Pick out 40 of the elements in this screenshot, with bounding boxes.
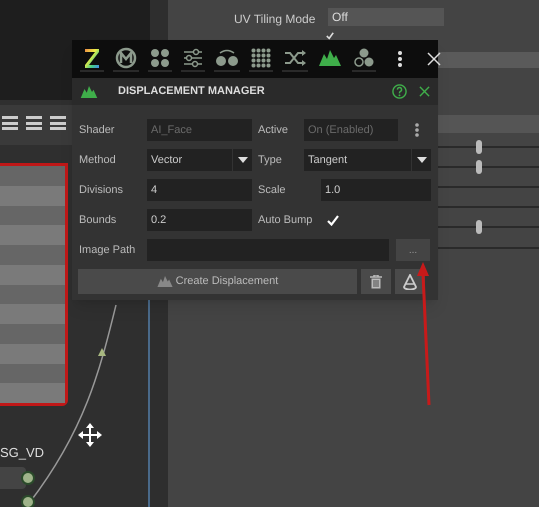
slider-handle[interactable] <box>476 220 482 234</box>
field-label: Bounds <box>79 212 118 228</box>
field-label: Auto Bump <box>258 212 314 228</box>
circles-icon[interactable] <box>352 46 376 72</box>
checkbox[interactable] <box>326 32 334 40</box>
field-label: Image Path <box>79 242 136 258</box>
field-label: Shader <box>79 122 116 138</box>
help-icon[interactable] <box>392 84 407 99</box>
z-logo-icon[interactable] <box>80 46 104 72</box>
list-icon[interactable] <box>50 116 66 130</box>
dots-icon[interactable] <box>148 46 172 72</box>
input-field[interactable]: 4 <box>147 179 252 201</box>
dropdown-field[interactable]: Vector <box>147 149 252 171</box>
create-displacement-button[interactable]: Create Displacement <box>78 269 357 294</box>
field-label: UV Tiling Mode <box>234 11 316 28</box>
field-label: Scale <box>258 182 287 198</box>
move-cursor-icon <box>78 423 102 447</box>
slider-handle[interactable] <box>476 160 482 174</box>
field-label: Divisions <box>79 182 124 198</box>
field-label: Method <box>79 152 117 168</box>
dropdown-arrow-icon <box>238 157 248 163</box>
field-label: Type <box>258 152 283 168</box>
sliders-icon[interactable] <box>181 46 205 72</box>
dropdown-arrow-icon <box>416 157 426 163</box>
mountain-icon <box>80 86 98 98</box>
dropdown-field[interactable]: Tangent <box>304 149 431 171</box>
panel-title: DISPLACEMENT MANAGER <box>118 84 266 100</box>
attribute-field[interactable] <box>438 52 539 68</box>
list-icon[interactable] <box>26 116 42 130</box>
node-box[interactable] <box>0 163 68 406</box>
dropdown-field[interactable]: Off <box>328 8 444 26</box>
input-field[interactable]: 0.2 <box>147 209 252 231</box>
trash-icon[interactable] <box>361 269 391 294</box>
slider-handle[interactable] <box>476 140 482 154</box>
grid-icon[interactable] <box>249 46 273 72</box>
field-label: Active <box>258 122 289 138</box>
input-field[interactable]: 1.0 <box>321 179 431 201</box>
list-icon[interactable] <box>2 116 18 130</box>
mountain-icon <box>156 276 173 287</box>
node-label: SG_VD <box>0 444 44 462</box>
